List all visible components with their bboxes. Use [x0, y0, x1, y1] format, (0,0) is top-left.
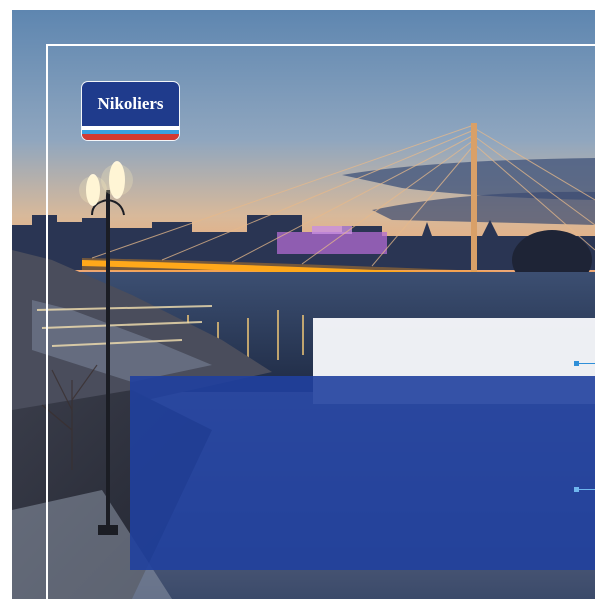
logo-stripe-red [82, 134, 179, 140]
title-connector-line [577, 363, 595, 364]
cover-image: Nikoliers [12, 10, 595, 599]
nikoliers-logo: Nikoliers [82, 82, 179, 140]
info-connector-line [577, 489, 595, 490]
title-connector-dot [574, 361, 579, 366]
info-panel [130, 376, 595, 570]
info-connector-dot [574, 487, 579, 492]
logo-wordmark: Nikoliers [97, 94, 164, 113]
